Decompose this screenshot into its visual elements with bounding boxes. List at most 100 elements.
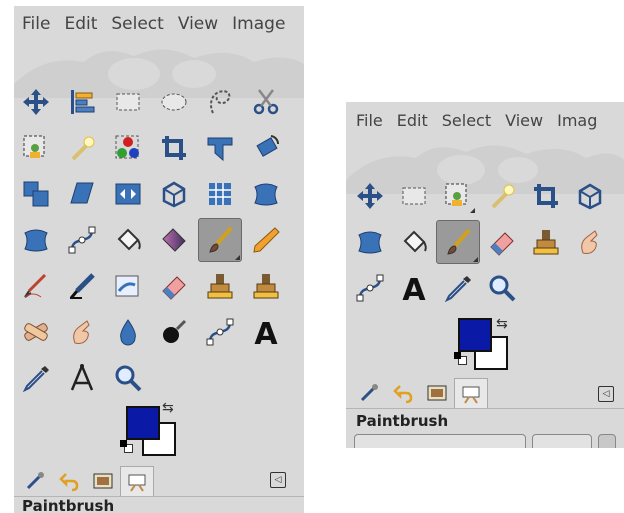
tab-undo-history[interactable] — [386, 378, 420, 408]
warp-tool[interactable] — [18, 222, 54, 258]
pencil-tool[interactable] — [248, 222, 284, 258]
unified-transform-tool[interactable] — [202, 130, 238, 166]
crop-tool[interactable] — [156, 130, 192, 166]
3d-transform-tool[interactable] — [572, 178, 608, 214]
paintbrush-icon — [443, 227, 473, 257]
swap-colors-icon[interactable]: ⇆ — [496, 316, 508, 332]
perspective-tool[interactable] — [156, 176, 192, 212]
shear-tool[interactable] — [64, 176, 100, 212]
paths-tool[interactable] — [352, 270, 388, 306]
foreground-color-swatch[interactable] — [458, 318, 492, 352]
tab-device-status[interactable] — [454, 378, 488, 408]
fuzzy-select-tool[interactable] — [484, 178, 520, 214]
menu-image[interactable]: Image — [232, 14, 285, 34]
dodge-burn-tool[interactable] — [156, 314, 192, 350]
color-area: ⇆ — [120, 400, 192, 458]
mypaint-brush-tool[interactable] — [110, 268, 146, 304]
warp-transform-tool[interactable] — [248, 176, 284, 212]
default-colors-icon[interactable] — [454, 352, 461, 359]
fuzzy-select-tool[interactable] — [64, 130, 100, 166]
tab-menu-icon[interactable]: ◁ — [598, 386, 614, 402]
clone-icon — [531, 227, 561, 257]
crop-tool[interactable] — [528, 178, 564, 214]
menu-file[interactable]: File — [356, 111, 383, 130]
text-tool[interactable] — [396, 270, 432, 306]
menu-view[interactable]: View — [505, 111, 543, 130]
foreground-select-tool[interactable] — [18, 130, 54, 166]
mode-dropdown[interactable] — [354, 434, 526, 448]
ink-tool[interactable] — [64, 268, 100, 304]
swap-colors-icon[interactable]: ⇆ — [162, 400, 174, 416]
paths-tool[interactable] — [64, 222, 100, 258]
paintbrush-tool[interactable] — [436, 220, 480, 264]
heal-bandage-tool[interactable] — [18, 314, 54, 350]
tab-tool-options[interactable] — [352, 378, 386, 408]
menu-view[interactable]: View — [178, 14, 218, 34]
text-tool[interactable] — [248, 314, 284, 350]
paths-extra-tool[interactable] — [202, 314, 238, 350]
zoom-tool[interactable] — [110, 360, 146, 396]
bucket-fill-tool[interactable] — [110, 222, 146, 258]
warp-transform-tool[interactable] — [352, 224, 388, 260]
zoom-icon — [487, 273, 517, 303]
smudge-tool[interactable] — [572, 224, 608, 260]
measure-tool[interactable] — [64, 360, 100, 396]
menu-edit[interactable]: Edit — [64, 14, 97, 34]
gradient-tool[interactable] — [156, 222, 192, 258]
dodge-burn-icon — [159, 317, 189, 347]
flip-tool[interactable] — [110, 176, 146, 212]
tab-device-status[interactable] — [120, 466, 154, 496]
menu-edit[interactable]: Edit — [397, 111, 428, 130]
move-tool[interactable] — [352, 178, 388, 214]
ellipse-select-tool[interactable] — [156, 84, 192, 120]
scissors-select-icon — [251, 87, 281, 117]
clone-tool[interactable] — [528, 224, 564, 260]
foreground-select-tool[interactable] — [440, 178, 476, 214]
tab-menu-icon[interactable]: ◁ — [270, 472, 286, 488]
color-picker-tool[interactable] — [440, 270, 476, 306]
undo-history-icon — [392, 382, 414, 404]
dock-divider — [346, 408, 624, 409]
rect-select-icon — [399, 181, 429, 211]
foreground-color-swatch[interactable] — [126, 406, 160, 440]
tab-tool-options[interactable] — [18, 466, 52, 496]
align-tool[interactable] — [64, 84, 100, 120]
images-icon — [92, 470, 114, 492]
tool-grid — [352, 178, 608, 306]
smudge-tool[interactable] — [64, 314, 100, 350]
tool-options-title: Paintbrush — [22, 497, 115, 513]
reset-button[interactable] — [598, 434, 616, 448]
menu-select[interactable]: Select — [442, 111, 491, 130]
clone-tool[interactable] — [202, 268, 238, 304]
free-select-tool[interactable] — [202, 84, 238, 120]
color-select-tool[interactable] — [110, 130, 146, 166]
cage-transform-tool[interactable] — [202, 176, 238, 212]
menu-file[interactable]: File — [22, 14, 50, 34]
rect-select-tool[interactable] — [110, 84, 146, 120]
eraser-tool[interactable] — [484, 224, 520, 260]
airbrush-tool[interactable] — [18, 268, 54, 304]
scale-tool[interactable] — [18, 176, 54, 212]
menu-select[interactable]: Select — [111, 14, 163, 34]
paintbrush-tool[interactable] — [198, 218, 242, 262]
tab-images[interactable] — [86, 466, 120, 496]
rotate-tool[interactable] — [248, 130, 284, 166]
color-picker-tool[interactable] — [18, 360, 54, 396]
dock-tabs — [18, 466, 154, 496]
blur-tool[interactable] — [110, 314, 146, 350]
dock-tabs — [352, 378, 488, 408]
rect-select-tool[interactable] — [396, 178, 432, 214]
scissors-select-tool[interactable] — [248, 84, 284, 120]
zoom-tool[interactable] — [484, 270, 520, 306]
tab-images[interactable] — [420, 378, 454, 408]
eraser-tool[interactable] — [156, 268, 192, 304]
toolbox-panel-large: File Edit Select View Image ⇆ ◁ Paintbru… — [14, 6, 304, 513]
bucket-fill-tool[interactable] — [396, 224, 432, 260]
move-tool[interactable] — [18, 84, 54, 120]
tool-grid — [18, 84, 284, 396]
menu-image[interactable]: Imag — [557, 111, 597, 130]
tab-undo-history[interactable] — [52, 466, 86, 496]
default-colors-icon[interactable] — [120, 440, 127, 447]
heal-tool[interactable] — [248, 268, 284, 304]
brush-preset-button[interactable] — [532, 434, 592, 448]
